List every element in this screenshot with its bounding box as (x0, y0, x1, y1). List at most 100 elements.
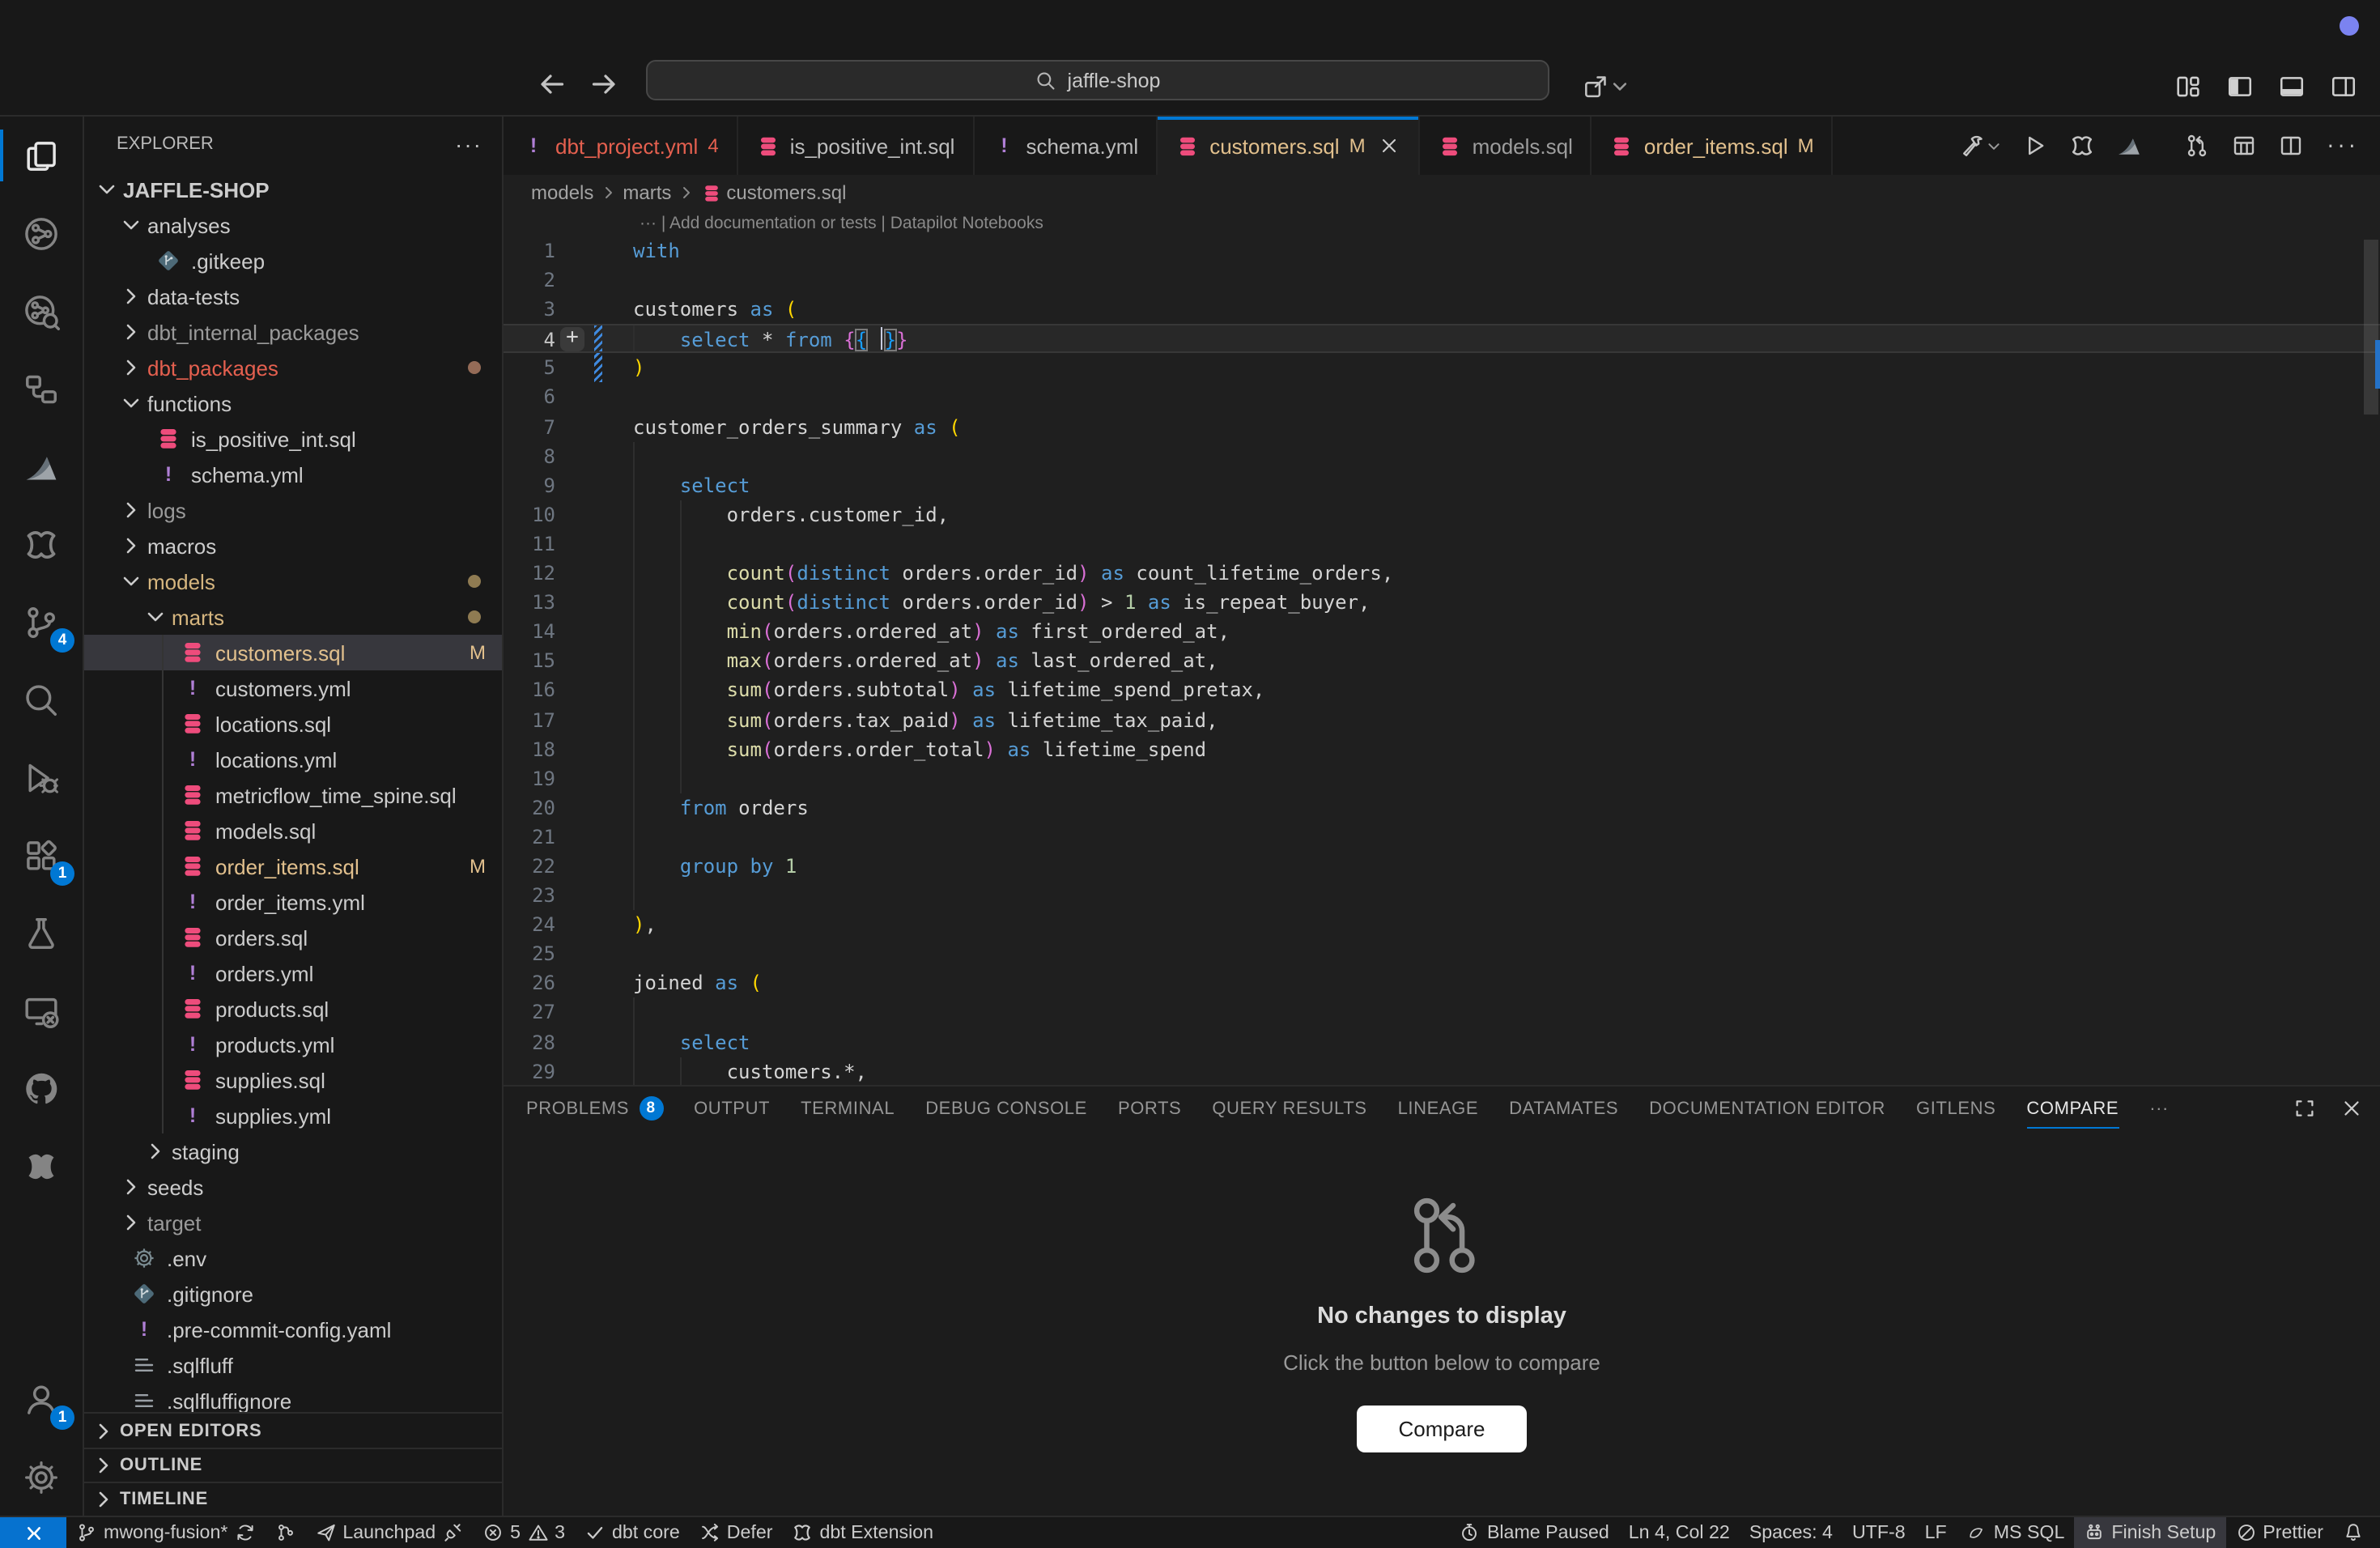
dbt-power-user-icon[interactable] (2069, 133, 2095, 159)
tab-schema-yml[interactable]: !schema.yml (974, 117, 1158, 175)
panel-tab-compare[interactable]: COMPARE (2026, 1087, 2119, 1130)
tree-item-order-items-sql[interactable]: order_items.sqlM (84, 848, 502, 884)
tree-item-models-sql[interactable]: models.sql (84, 813, 502, 848)
tree-item-target[interactable]: target (84, 1205, 502, 1240)
tree-item-order-items-yml[interactable]: !order_items.yml (84, 884, 502, 920)
maximize-panel-icon[interactable] (2293, 1096, 2317, 1121)
activity-explorer[interactable] (0, 117, 83, 194)
breadcrumb[interactable]: models marts customers.sql (504, 175, 2380, 211)
panel-tab-terminal[interactable]: TERMINAL (801, 1087, 895, 1130)
close-tab-icon[interactable] (1379, 134, 1401, 157)
forward-arrow-icon[interactable] (588, 68, 620, 100)
status-prettier[interactable]: Prettier (2225, 1517, 2333, 1548)
section-outline[interactable]: OUTLINE (84, 1448, 502, 1482)
altimate-icon[interactable] (2116, 133, 2142, 159)
tree-item-orders-sql[interactable]: orders.sql (84, 920, 502, 955)
tab-dbt-project-yml[interactable]: !dbt_project.yml4 (504, 117, 738, 175)
status-git-graph[interactable] (265, 1517, 305, 1548)
panel-tab-problems[interactable]: PROBLEMS8 (526, 1087, 663, 1130)
tab-is-positive-int-sql[interactable]: is_positive_int.sql (738, 117, 975, 175)
panel-tab-lineage[interactable]: LINEAGE (1398, 1087, 1479, 1130)
more-actions-icon[interactable]: ··· (2325, 135, 2357, 156)
codelens[interactable]: ··· | Add documentation or tests | Datap… (504, 211, 2380, 236)
tab-order-items-sql[interactable]: order_items.sqlM (1592, 117, 1834, 175)
breadcrumb-item[interactable]: customers.sql (726, 181, 846, 204)
activity-extensions[interactable]: 1 (0, 816, 83, 894)
tree-item-models[interactable]: models (84, 563, 502, 599)
tree-item--gitignore[interactable]: .gitignore (84, 1276, 502, 1312)
explorer-more-actions[interactable]: ··· (455, 131, 482, 157)
add-action-button[interactable]: + (560, 328, 584, 352)
status-notifications-bell[interactable] (2333, 1517, 2374, 1548)
status-eol[interactable]: LF (1915, 1517, 1957, 1548)
activity-testing[interactable] (0, 894, 83, 972)
tree-item--env[interactable]: .env (84, 1240, 502, 1276)
build-dbt-icon[interactable] (1959, 133, 2001, 159)
panel-tab-documentation-editor[interactable]: DOCUMENTATION EDITOR (1649, 1087, 1885, 1130)
tree-item-macros[interactable]: macros (84, 528, 502, 563)
git-modified-gutter[interactable] (594, 326, 602, 352)
tree-item-schema-yml[interactable]: !schema.yml (84, 457, 502, 492)
panel-tab-gitlens[interactable]: GITLENS (1916, 1087, 1995, 1130)
git-compare-icon[interactable] (2184, 133, 2210, 159)
tree-item-dbt-internal-packages[interactable]: dbt_internal_packages (84, 314, 502, 350)
status-finish-setup[interactable]: Finish Setup (2074, 1517, 2225, 1548)
tree-item-is-positive-int-sql[interactable]: is_positive_int.sql (84, 421, 502, 457)
customize-layout-icon[interactable] (2174, 73, 2202, 100)
code-editor[interactable]: 1with23customers as (4+ select * from {{… (504, 236, 2380, 1085)
activity-github[interactable] (0, 1049, 83, 1127)
tree-item-seeds[interactable]: seeds (84, 1169, 502, 1205)
status-dbt-core-status[interactable]: dbt core (575, 1517, 690, 1548)
toggle-secondary-sidebar-icon[interactable] (2330, 73, 2357, 100)
breadcrumb-item[interactable]: models (531, 181, 593, 204)
activity-altimate-datapilot[interactable] (0, 427, 83, 505)
toggle-primary-sidebar-icon[interactable] (2226, 73, 2254, 100)
tree-item-customers-yml[interactable]: !customers.yml (84, 670, 502, 706)
section-open-editors[interactable]: OPEN EDITORS (84, 1414, 502, 1448)
back-arrow-icon[interactable] (536, 68, 568, 100)
run-query-icon[interactable] (2022, 133, 2048, 159)
status-language-mode[interactable]: MS SQL (1957, 1517, 2075, 1548)
close-panel-icon[interactable] (2340, 1096, 2364, 1121)
activity-search[interactable] (0, 661, 83, 738)
tree-item--sqlfluff[interactable]: .sqlfluff (84, 1347, 502, 1383)
panel-tab-datamates[interactable]: DATAMATES (1509, 1087, 1618, 1130)
panel-tab-query-results[interactable]: QUERY RESULTS (1212, 1087, 1366, 1130)
activity-flowchart-view[interactable] (0, 350, 83, 427)
tree-item-locations-yml[interactable]: !locations.yml (84, 742, 502, 777)
activity-settings[interactable] (0, 1438, 83, 1516)
breadcrumb-item[interactable]: marts (623, 181, 671, 204)
tree-item-marts[interactable]: marts (84, 599, 502, 635)
activity-dbt-power-user[interactable] (0, 505, 83, 583)
activity-dbt-power-user-alt[interactable] (0, 1127, 83, 1205)
git-modified-gutter[interactable] (594, 354, 602, 383)
tree-item-products-sql[interactable]: products.sql (84, 991, 502, 1027)
activity-dbt-query-explorer[interactable] (0, 272, 83, 350)
tree-item-functions[interactable]: functions (84, 385, 502, 421)
tree-item-orders-yml[interactable]: !orders.yml (84, 955, 502, 991)
split-editor-icon[interactable] (2278, 133, 2304, 159)
activity-run-and-debug[interactable] (0, 738, 83, 816)
status-remote-indicator[interactable] (0, 1517, 66, 1548)
status-defer-toggle[interactable]: Defer (690, 1517, 783, 1548)
tree-item--gitkeep[interactable]: .gitkeep (84, 243, 502, 279)
status-blame-status[interactable]: Blame Paused (1450, 1517, 1619, 1548)
share-session-button[interactable] (1582, 73, 1629, 100)
tree-item--sqlfluffignore[interactable]: .sqlfluffignore (84, 1383, 502, 1412)
status-launchpad[interactable]: Launchpad (305, 1517, 473, 1548)
tree-item-logs[interactable]: logs (84, 492, 502, 528)
tree-item-supplies-yml[interactable]: !supplies.yml (84, 1098, 502, 1133)
panel-tab-debug-console[interactable]: DEBUG CONSOLE (925, 1087, 1087, 1130)
tree-item-supplies-sql[interactable]: supplies.sql (84, 1062, 502, 1098)
tree-item-customers-sql[interactable]: customers.sqlM (84, 635, 502, 670)
tree-item-dbt-packages[interactable]: dbt_packages (84, 350, 502, 385)
activity-dbt-lineage[interactable] (0, 194, 83, 272)
status-dbt-extension-status[interactable]: dbt Extension (783, 1517, 944, 1548)
tree-item-products-yml[interactable]: !products.yml (84, 1027, 502, 1062)
tree-item-metricflow-time-spine-sql[interactable]: metricflow_time_spine.sql (84, 777, 502, 813)
status-indentation[interactable]: Spaces: 4 (1740, 1517, 1842, 1548)
status-cursor-position[interactable]: Ln 4, Col 22 (1619, 1517, 1740, 1548)
activity-remote-explorer[interactable] (0, 972, 83, 1049)
tree-item-data-tests[interactable]: data-tests (84, 279, 502, 314)
query-results-icon[interactable] (2231, 133, 2257, 159)
